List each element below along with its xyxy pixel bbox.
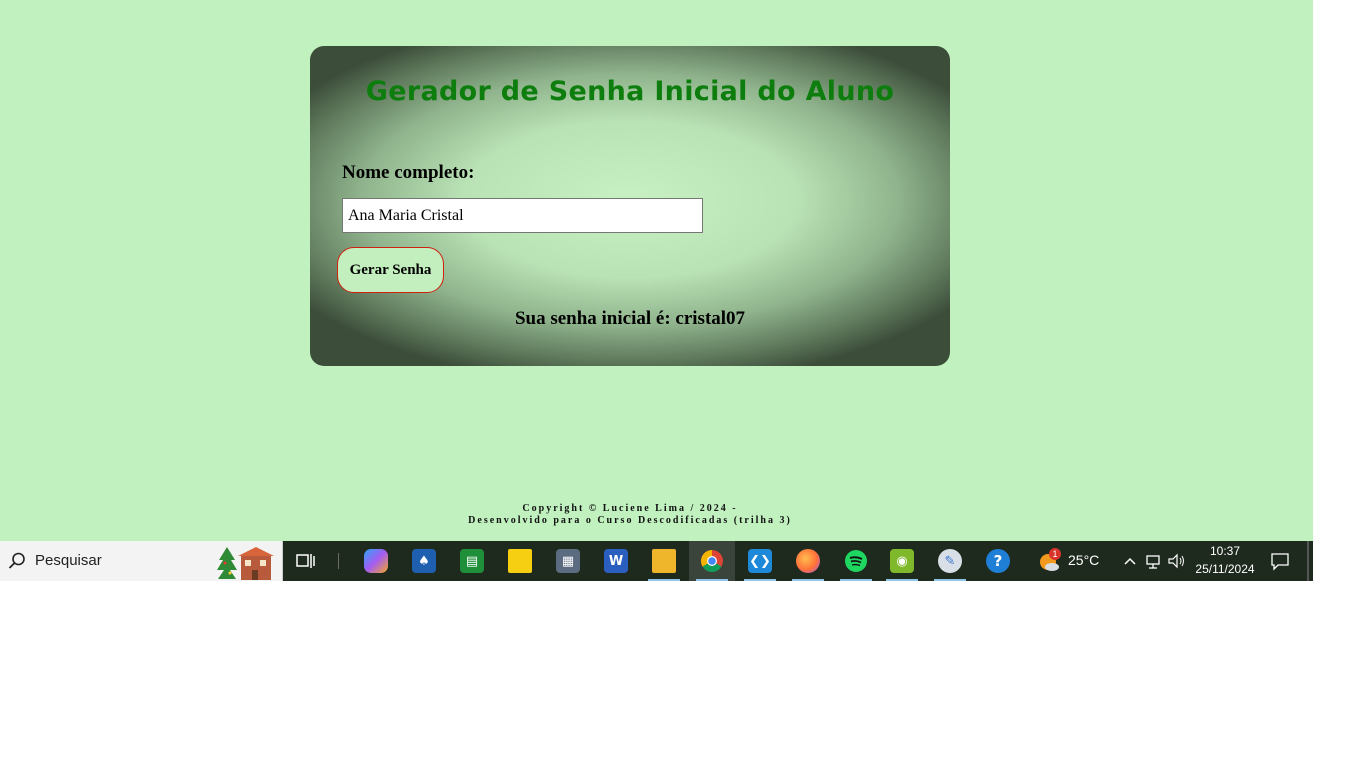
name-label: Nome completo: <box>342 162 475 183</box>
clock-date[interactable]: 25/11/2024 <box>1190 562 1260 576</box>
copilot-button[interactable] <box>353 541 399 581</box>
browser-page: Gerador de Senha Inicial do Aluno Nome c… <box>0 0 1313 581</box>
weather-badge: 1 <box>1049 548 1061 560</box>
notifications-icon[interactable] <box>1270 551 1290 571</box>
solitaire-button[interactable]: ♠ <box>401 541 447 581</box>
generate-password-button[interactable]: Gerar Senha <box>337 247 444 293</box>
password-generator-card: Gerador de Senha Inicial do Aluno Nome c… <box>310 46 950 366</box>
spotify-icon <box>845 550 867 572</box>
taskbar: Pesquisar ♠ ▤ ▦ W ❮❯ ◉ ✎ ? 1 25°C 10:37 … <box>0 541 1313 581</box>
calculator-button[interactable]: ▦ <box>545 541 591 581</box>
folder-icon <box>652 549 676 573</box>
sticky-notes-button[interactable] <box>497 541 543 581</box>
copilot-icon <box>364 549 388 573</box>
network-icon[interactable] <box>1144 551 1164 571</box>
page-title: Gerador de Senha Inicial do Aluno <box>365 76 895 107</box>
weather-widget[interactable]: 1 <box>1038 548 1061 573</box>
running-indicator <box>744 579 776 581</box>
show-desktop-button[interactable] <box>1307 541 1309 581</box>
chrome-button[interactable] <box>689 541 735 581</box>
running-indicator <box>886 579 918 581</box>
footer-course: Desenvolvido para o Curso Descodificadas… <box>468 515 792 526</box>
chevron-up-icon[interactable] <box>1120 551 1140 571</box>
sticky-notes-icon <box>508 549 532 573</box>
vscode-button[interactable]: ❮❯ <box>737 541 783 581</box>
taskbar-divider <box>338 553 339 569</box>
search-placeholder: Pesquisar <box>35 552 102 569</box>
calculator-icon: ▦ <box>556 549 580 573</box>
game-app-button[interactable]: ◉ <box>879 541 925 581</box>
password-result: Sua senha inicial é: cristal07 <box>514 308 746 329</box>
footer-copyright: Copyright © Luciene Lima / 2024 - <box>522 503 738 514</box>
clock-time[interactable]: 10:37 <box>1196 544 1254 558</box>
search-icon <box>8 552 25 569</box>
vscode-icon: ❮❯ <box>748 549 772 573</box>
volume-icon[interactable] <box>1167 551 1187 571</box>
paint-palette-icon: ✎ <box>938 549 962 573</box>
word-button[interactable]: W <box>593 541 639 581</box>
weather-temperature[interactable]: 25°C <box>1068 552 1099 568</box>
sheets-button[interactable]: ▤ <box>449 541 495 581</box>
chrome-icon <box>701 550 723 572</box>
running-indicator <box>934 579 966 581</box>
paint-button[interactable]: ✎ <box>927 541 973 581</box>
word-icon: W <box>604 549 628 573</box>
running-indicator <box>840 579 872 581</box>
sheets-icon: ▤ <box>460 549 484 573</box>
blank-margin <box>1313 0 1366 581</box>
running-indicator <box>648 579 680 581</box>
full-name-input[interactable] <box>342 198 703 233</box>
firefox-icon <box>796 549 820 573</box>
footer: Copyright © Luciene Lima / 2024 - Desenv… <box>0 503 1260 527</box>
firefox-button[interactable] <box>785 541 831 581</box>
christmas-tree-icon <box>217 547 274 580</box>
task-view-button[interactable] <box>283 541 329 581</box>
taskbar-search-box[interactable]: Pesquisar <box>0 541 283 581</box>
spotify-button[interactable] <box>833 541 879 581</box>
running-indicator <box>696 579 728 581</box>
help-icon: ? <box>986 549 1010 573</box>
task-view-icon <box>296 554 315 568</box>
file-explorer-button[interactable] <box>641 541 687 581</box>
help-button[interactable]: ? <box>975 541 1021 581</box>
game-controller-icon: ◉ <box>890 549 914 573</box>
running-indicator <box>792 579 824 581</box>
solitaire-icon: ♠ <box>412 549 436 573</box>
